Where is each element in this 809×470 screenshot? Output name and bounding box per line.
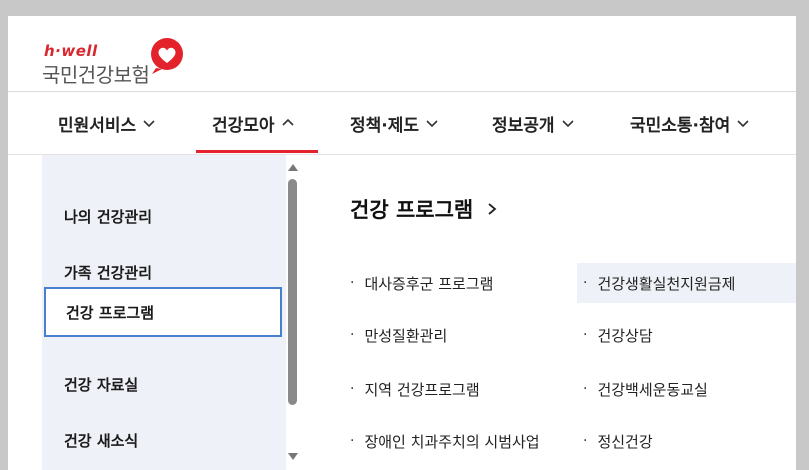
bullet-icon: ·: [350, 275, 355, 291]
nav-item-policy[interactable]: 정책·제도: [350, 92, 439, 154]
main-nav: 민원서비스 건강모아 정책·제도 정보공개 국민소통·참여: [8, 92, 796, 154]
program-link-label: 건강백세운동교실: [597, 380, 708, 399]
sidebar-item-my-health[interactable]: 나의 건강관리: [44, 192, 282, 240]
program-link-dental-pilot[interactable]: · 장애인 치과주치의 시범사업: [344, 421, 540, 461]
scrollbar-thumb[interactable]: [288, 179, 297, 405]
nhis-logo[interactable]: h·well 국민건강보험: [42, 38, 202, 88]
bullet-icon: ·: [350, 433, 355, 449]
program-link-metabolic-syndrome[interactable]: · 대사증후군 프로그램: [344, 263, 493, 303]
sidebar-item-label: 가족 건강관리: [64, 263, 153, 282]
sidebar-item-health-program[interactable]: 건강 프로그램: [44, 287, 282, 337]
nav-item-health-moa[interactable]: 건강모아: [212, 92, 295, 154]
nav-item-label: 정보공개: [492, 115, 555, 136]
bullet-icon: ·: [583, 275, 588, 291]
program-link-label: 지역 건강프로그램: [364, 380, 480, 399]
program-link-health-consultation[interactable]: · 건강상담: [577, 315, 653, 355]
program-link-label: 대사증후군 프로그램: [364, 274, 494, 293]
chevron-up-icon: [281, 118, 294, 126]
logo-hwell-text: h·well: [44, 42, 98, 60]
scroll-up-arrow-icon[interactable]: [288, 164, 298, 171]
chevron-down-icon: [426, 120, 438, 128]
program-link-label: 장애인 치과주치의 시범사업: [364, 432, 540, 451]
sidebar-scrollbar[interactable]: [286, 155, 300, 470]
program-link-chronic-disease[interactable]: · 만성질환관리: [344, 315, 447, 355]
chevron-down-icon: [561, 120, 574, 128]
nav-item-label: 정책·제도: [350, 115, 420, 136]
chevron-down-icon: [143, 120, 155, 128]
logo-brand-text: 국민건강보험: [42, 63, 150, 87]
scroll-down-arrow-icon[interactable]: [288, 453, 298, 460]
nav-item-civil-services[interactable]: 민원서비스: [58, 92, 156, 154]
sidebar-item-label: 건강 새소식: [64, 431, 139, 450]
submenu-sidebar: 나의 건강관리 가족 건강관리 건강 프로그램 건강 자료실 건강 새소식: [42, 155, 286, 470]
program-link-exercise-class[interactable]: · 건강백세운동교실: [577, 369, 708, 409]
sidebar-item-label: 건강 자료실: [64, 375, 139, 394]
heart-logo-icon: [151, 38, 183, 74]
program-link-label: 건강생활실천지원금제: [597, 274, 736, 293]
program-link-mental-health[interactable]: · 정신건강: [577, 421, 653, 461]
active-nav-underline: [196, 150, 318, 153]
section-title: 건강 프로그램: [350, 198, 474, 222]
page-frame: h·well 국민건강보험 민원서비스 건강모아 정책·제도 정보공개 국민소통…: [8, 16, 796, 470]
nav-item-label: 건강모아: [212, 115, 275, 136]
nav-item-label: 민원서비스: [58, 115, 137, 136]
program-link-label: 정신건강: [597, 432, 653, 451]
section-title-link[interactable]: 건강 프로그램: [350, 194, 499, 224]
sidebar-item-health-news[interactable]: 건강 새소식: [44, 416, 282, 464]
bullet-icon: ·: [350, 327, 355, 343]
bullet-icon: ·: [350, 381, 355, 397]
sidebar-item-label: 건강 프로그램: [66, 303, 155, 322]
sidebar-item-health-library[interactable]: 건강 자료실: [44, 360, 282, 408]
program-link-health-incentive[interactable]: · 건강생활실천지원금제: [577, 263, 796, 303]
nav-item-label: 국민소통·참여: [630, 115, 731, 136]
chevron-right-icon: [488, 203, 497, 215]
program-link-label: 만성질환관리: [364, 326, 448, 345]
chevron-down-icon: [737, 120, 749, 128]
bullet-icon: ·: [583, 433, 588, 449]
bullet-icon: ·: [583, 327, 588, 343]
sidebar-item-label: 나의 건강관리: [64, 207, 153, 226]
nav-item-info-disclosure[interactable]: 정보공개: [492, 92, 575, 154]
program-link-label: 건강상담: [597, 326, 653, 345]
bullet-icon: ·: [583, 381, 588, 397]
nav-item-communication[interactable]: 국민소통·참여: [630, 92, 750, 154]
program-link-local-health[interactable]: · 지역 건강프로그램: [344, 369, 480, 409]
